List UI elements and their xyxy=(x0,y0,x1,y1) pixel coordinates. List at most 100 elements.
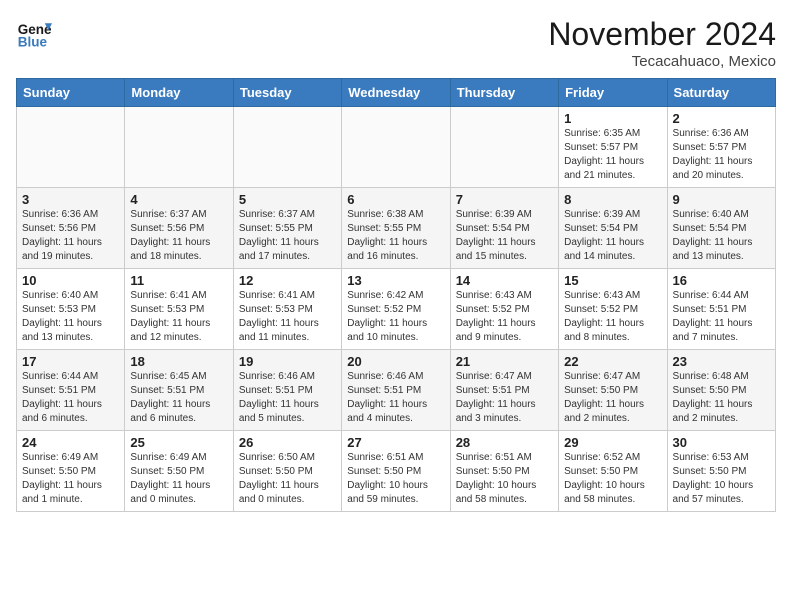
day-info: Sunrise: 6:43 AM Sunset: 5:52 PM Dayligh… xyxy=(564,289,661,345)
calendar-empty-cell xyxy=(233,107,341,188)
day-number: 20 xyxy=(347,354,444,369)
calendar-day-5: 5Sunrise: 6:37 AM Sunset: 5:55 PM Daylig… xyxy=(233,188,341,269)
day-number: 14 xyxy=(456,273,553,288)
calendar-day-13: 13Sunrise: 6:42 AM Sunset: 5:52 PM Dayli… xyxy=(342,269,450,350)
weekday-header-row: SundayMondayTuesdayWednesdayThursdayFrid… xyxy=(17,79,776,107)
day-info: Sunrise: 6:53 AM Sunset: 5:50 PM Dayligh… xyxy=(673,451,770,507)
day-info: Sunrise: 6:36 AM Sunset: 5:57 PM Dayligh… xyxy=(673,127,770,183)
calendar-empty-cell xyxy=(342,107,450,188)
day-info: Sunrise: 6:41 AM Sunset: 5:53 PM Dayligh… xyxy=(239,289,336,345)
logo: General Blue xyxy=(16,16,52,52)
day-number: 18 xyxy=(130,354,227,369)
day-number: 3 xyxy=(22,192,119,207)
svg-text:Blue: Blue xyxy=(18,35,48,50)
logo-icon: General Blue xyxy=(16,16,52,52)
day-number: 30 xyxy=(673,435,770,450)
calendar-day-19: 19Sunrise: 6:46 AM Sunset: 5:51 PM Dayli… xyxy=(233,350,341,431)
title-block: November 2024 Tecacahuaco, Mexico xyxy=(548,16,776,70)
weekday-header-wednesday: Wednesday xyxy=(342,79,450,107)
day-info: Sunrise: 6:37 AM Sunset: 5:55 PM Dayligh… xyxy=(239,208,336,264)
day-info: Sunrise: 6:51 AM Sunset: 5:50 PM Dayligh… xyxy=(456,451,553,507)
day-info: Sunrise: 6:42 AM Sunset: 5:52 PM Dayligh… xyxy=(347,289,444,345)
day-info: Sunrise: 6:47 AM Sunset: 5:51 PM Dayligh… xyxy=(456,370,553,426)
day-info: Sunrise: 6:49 AM Sunset: 5:50 PM Dayligh… xyxy=(22,451,119,507)
day-number: 17 xyxy=(22,354,119,369)
calendar-day-2: 2Sunrise: 6:36 AM Sunset: 5:57 PM Daylig… xyxy=(667,107,775,188)
month-title: November 2024 xyxy=(548,16,776,53)
calendar-day-23: 23Sunrise: 6:48 AM Sunset: 5:50 PM Dayli… xyxy=(667,350,775,431)
day-info: Sunrise: 6:43 AM Sunset: 5:52 PM Dayligh… xyxy=(456,289,553,345)
calendar-day-30: 30Sunrise: 6:53 AM Sunset: 5:50 PM Dayli… xyxy=(667,431,775,512)
day-info: Sunrise: 6:37 AM Sunset: 5:56 PM Dayligh… xyxy=(130,208,227,264)
calendar-day-6: 6Sunrise: 6:38 AM Sunset: 5:55 PM Daylig… xyxy=(342,188,450,269)
calendar-day-11: 11Sunrise: 6:41 AM Sunset: 5:53 PM Dayli… xyxy=(125,269,233,350)
day-info: Sunrise: 6:48 AM Sunset: 5:50 PM Dayligh… xyxy=(673,370,770,426)
calendar-day-25: 25Sunrise: 6:49 AM Sunset: 5:50 PM Dayli… xyxy=(125,431,233,512)
calendar-day-15: 15Sunrise: 6:43 AM Sunset: 5:52 PM Dayli… xyxy=(559,269,667,350)
day-number: 9 xyxy=(673,192,770,207)
calendar-day-14: 14Sunrise: 6:43 AM Sunset: 5:52 PM Dayli… xyxy=(450,269,558,350)
day-info: Sunrise: 6:47 AM Sunset: 5:50 PM Dayligh… xyxy=(564,370,661,426)
day-number: 8 xyxy=(564,192,661,207)
calendar-day-29: 29Sunrise: 6:52 AM Sunset: 5:50 PM Dayli… xyxy=(559,431,667,512)
day-number: 26 xyxy=(239,435,336,450)
day-info: Sunrise: 6:46 AM Sunset: 5:51 PM Dayligh… xyxy=(347,370,444,426)
calendar-day-26: 26Sunrise: 6:50 AM Sunset: 5:50 PM Dayli… xyxy=(233,431,341,512)
weekday-header-thursday: Thursday xyxy=(450,79,558,107)
calendar-empty-cell xyxy=(450,107,558,188)
day-number: 5 xyxy=(239,192,336,207)
weekday-header-tuesday: Tuesday xyxy=(233,79,341,107)
weekday-header-monday: Monday xyxy=(125,79,233,107)
calendar-day-12: 12Sunrise: 6:41 AM Sunset: 5:53 PM Dayli… xyxy=(233,269,341,350)
day-number: 19 xyxy=(239,354,336,369)
day-info: Sunrise: 6:39 AM Sunset: 5:54 PM Dayligh… xyxy=(564,208,661,264)
day-number: 10 xyxy=(22,273,119,288)
calendar-day-4: 4Sunrise: 6:37 AM Sunset: 5:56 PM Daylig… xyxy=(125,188,233,269)
day-number: 12 xyxy=(239,273,336,288)
day-info: Sunrise: 6:50 AM Sunset: 5:50 PM Dayligh… xyxy=(239,451,336,507)
calendar-day-17: 17Sunrise: 6:44 AM Sunset: 5:51 PM Dayli… xyxy=(17,350,125,431)
day-info: Sunrise: 6:40 AM Sunset: 5:54 PM Dayligh… xyxy=(673,208,770,264)
calendar-day-28: 28Sunrise: 6:51 AM Sunset: 5:50 PM Dayli… xyxy=(450,431,558,512)
day-info: Sunrise: 6:52 AM Sunset: 5:50 PM Dayligh… xyxy=(564,451,661,507)
calendar-day-3: 3Sunrise: 6:36 AM Sunset: 5:56 PM Daylig… xyxy=(17,188,125,269)
day-number: 16 xyxy=(673,273,770,288)
day-number: 23 xyxy=(673,354,770,369)
location-title: Tecacahuaco, Mexico xyxy=(548,53,776,70)
day-info: Sunrise: 6:44 AM Sunset: 5:51 PM Dayligh… xyxy=(673,289,770,345)
weekday-header-saturday: Saturday xyxy=(667,79,775,107)
day-number: 7 xyxy=(456,192,553,207)
day-info: Sunrise: 6:41 AM Sunset: 5:53 PM Dayligh… xyxy=(130,289,227,345)
weekday-header-sunday: Sunday xyxy=(17,79,125,107)
day-number: 11 xyxy=(130,273,227,288)
calendar-empty-cell xyxy=(17,107,125,188)
calendar-day-22: 22Sunrise: 6:47 AM Sunset: 5:50 PM Dayli… xyxy=(559,350,667,431)
calendar-day-10: 10Sunrise: 6:40 AM Sunset: 5:53 PM Dayli… xyxy=(17,269,125,350)
day-info: Sunrise: 6:51 AM Sunset: 5:50 PM Dayligh… xyxy=(347,451,444,507)
day-number: 15 xyxy=(564,273,661,288)
calendar-day-7: 7Sunrise: 6:39 AM Sunset: 5:54 PM Daylig… xyxy=(450,188,558,269)
day-number: 21 xyxy=(456,354,553,369)
calendar-day-21: 21Sunrise: 6:47 AM Sunset: 5:51 PM Dayli… xyxy=(450,350,558,431)
day-number: 27 xyxy=(347,435,444,450)
day-info: Sunrise: 6:44 AM Sunset: 5:51 PM Dayligh… xyxy=(22,370,119,426)
day-info: Sunrise: 6:46 AM Sunset: 5:51 PM Dayligh… xyxy=(239,370,336,426)
calendar-day-27: 27Sunrise: 6:51 AM Sunset: 5:50 PM Dayli… xyxy=(342,431,450,512)
calendar-empty-cell xyxy=(125,107,233,188)
day-info: Sunrise: 6:45 AM Sunset: 5:51 PM Dayligh… xyxy=(130,370,227,426)
calendar-week-row: 1Sunrise: 6:35 AM Sunset: 5:57 PM Daylig… xyxy=(17,107,776,188)
calendar-week-row: 3Sunrise: 6:36 AM Sunset: 5:56 PM Daylig… xyxy=(17,188,776,269)
calendar-day-16: 16Sunrise: 6:44 AM Sunset: 5:51 PM Dayli… xyxy=(667,269,775,350)
day-number: 2 xyxy=(673,111,770,126)
calendar-table: SundayMondayTuesdayWednesdayThursdayFrid… xyxy=(16,78,776,512)
weekday-header-friday: Friday xyxy=(559,79,667,107)
day-number: 22 xyxy=(564,354,661,369)
day-info: Sunrise: 6:39 AM Sunset: 5:54 PM Dayligh… xyxy=(456,208,553,264)
calendar-day-18: 18Sunrise: 6:45 AM Sunset: 5:51 PM Dayli… xyxy=(125,350,233,431)
day-number: 4 xyxy=(130,192,227,207)
calendar-week-row: 24Sunrise: 6:49 AM Sunset: 5:50 PM Dayli… xyxy=(17,431,776,512)
page-header: General Blue November 2024 Tecacahuaco, … xyxy=(16,16,776,70)
day-number: 1 xyxy=(564,111,661,126)
day-number: 13 xyxy=(347,273,444,288)
day-info: Sunrise: 6:35 AM Sunset: 5:57 PM Dayligh… xyxy=(564,127,661,183)
